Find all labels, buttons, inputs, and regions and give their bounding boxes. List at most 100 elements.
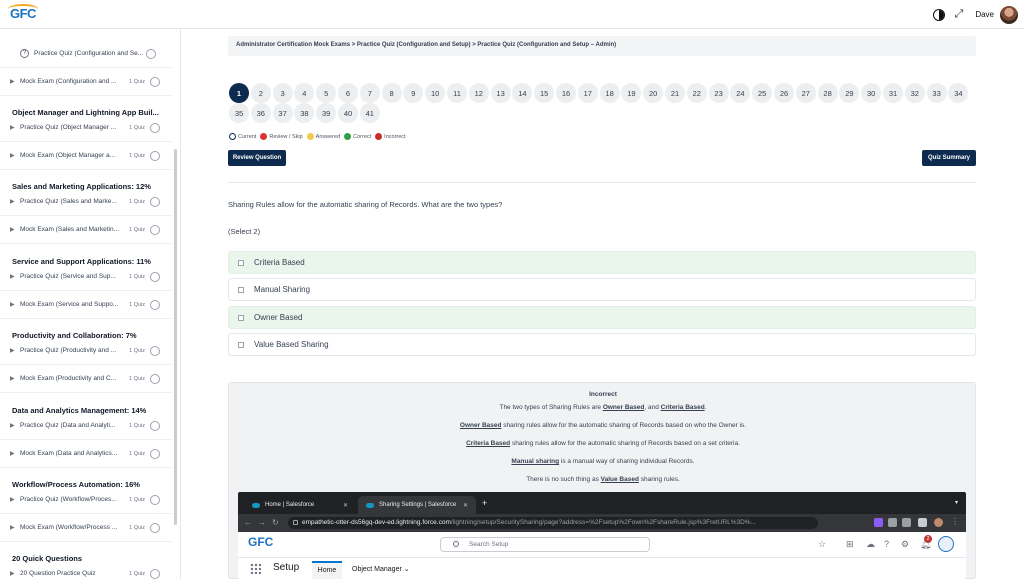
dark-mode-toggle-icon[interactable] (932, 8, 945, 21)
sidebar-scrollbar[interactable] (174, 149, 177, 525)
sidebar-item[interactable]: ▶ Practice Quiz (Data and Analyti... 1 Qui… (0, 412, 172, 440)
sidebar-item[interactable]: ? Practice Quiz (Configuration and Se... (0, 40, 172, 68)
sidebar-item[interactable]: ▶ Practice Quiz (Object Manager ... 1 Quiz (0, 114, 172, 142)
sidebar-item[interactable]: ▶ Practice Quiz (Productivity and ... 1 Qu… (0, 337, 172, 365)
answer-option[interactable]: Owner Based (228, 306, 976, 329)
question-number-button[interactable]: 19 (621, 83, 642, 103)
sidebar-item[interactable]: ▶ Mock Exam (Productivity and C... 1 Quiz (0, 365, 172, 393)
sidebar-item[interactable]: ▶ 20 Question Practice Quiz 1 Quiz (0, 560, 172, 579)
breadcrumb[interactable]: Administrator Certification Mock Exams >… (228, 36, 976, 56)
question-number-button[interactable]: 26 (774, 83, 794, 103)
gfc-logo[interactable]: GFC (8, 4, 40, 26)
sidebar-item[interactable]: ▶ Mock Exam (Workflow/Process ... 1 Quiz (0, 514, 172, 542)
answer-option[interactable]: Manual Sharing (228, 278, 976, 301)
question-number-button[interactable]: 22 (686, 83, 707, 103)
legend-dot-icon (306, 133, 314, 140)
quiz-summary-button[interactable]: Quiz Summary (922, 150, 976, 166)
completion-circle-icon (146, 48, 156, 59)
fullscreen-icon[interactable]: ⤢ (955, 8, 964, 21)
chevron-right-icon[interactable]: ▶ (10, 496, 20, 503)
question-number-button[interactable]: 21 (665, 83, 685, 103)
menu-icon: ⋮ (951, 517, 959, 526)
question-number-button[interactable]: 12 (468, 83, 489, 103)
chevron-right-icon[interactable]: ▶ (10, 422, 20, 429)
review-question-button[interactable]: Review Question (228, 150, 286, 166)
completion-circle-icon (150, 271, 160, 282)
question-number-button[interactable]: 2 (250, 83, 271, 103)
question-number-button[interactable]: 41 (359, 103, 380, 123)
legend-label: Correct (353, 133, 372, 140)
question-number-button[interactable]: 13 (490, 83, 511, 103)
question-number-button[interactable]: 9 (403, 83, 424, 103)
chevron-right-icon[interactable]: ▶ (10, 273, 20, 280)
question-number-button[interactable]: 7 (359, 83, 380, 103)
sidebar-item[interactable]: ▶ Practice Quiz (Service and Sup... 1 Quiz (0, 263, 172, 291)
chevron-right-icon[interactable]: ▶ (10, 124, 20, 131)
chevron-right-icon[interactable]: ▶ (10, 198, 20, 205)
question-number-button[interactable]: 3 (272, 83, 293, 103)
sidebar-item[interactable]: ▶ Mock Exam (Object Manager a... 1 Quiz (0, 142, 172, 170)
checkbox[interactable] (238, 259, 244, 266)
checkbox[interactable] (238, 286, 244, 293)
question-number-button[interactable]: 35 (229, 103, 249, 123)
question-number-button[interactable]: 8 (381, 83, 402, 103)
question-number-button[interactable]: 39 (316, 103, 337, 123)
chevron-right-icon[interactable]: ▶ (10, 570, 20, 577)
question-number-button[interactable]: 32 (904, 83, 925, 103)
question-number-button[interactable]: 34 (948, 83, 969, 103)
chevron-right-icon[interactable]: ▶ (10, 301, 20, 308)
answer-option[interactable]: Criteria Based (228, 251, 976, 274)
sidebar-item[interactable]: ▶ Practice Quiz (Workflow/Proces... 1 Quiz (0, 486, 172, 514)
question-number-button[interactable]: 36 (250, 103, 271, 123)
sidebar-item[interactable]: ▶ Practice Quiz (Sales and Marke... 1 Quiz (0, 188, 172, 216)
course-sidebar: ? Practice Quiz (Configuration and Se... ▶… (0, 29, 181, 579)
chevron-right-icon[interactable]: ▶ (10, 347, 20, 354)
avatar[interactable] (1000, 5, 1018, 24)
question-number-button[interactable]: 33 (926, 83, 947, 103)
question-number-button[interactable]: 37 (272, 103, 293, 123)
answer-option[interactable]: Value Based Sharing (228, 333, 976, 356)
question-number-button[interactable]: 28 (817, 83, 838, 103)
sidebar-item[interactable]: ▶ Mock Exam (Service and Suppo... 1 Quiz (0, 291, 172, 319)
chevron-right-icon[interactable]: ▶ (10, 375, 20, 382)
question-number-button[interactable]: 24 (730, 83, 751, 103)
username[interactable]: Dave (975, 10, 994, 19)
quiz-count: 1 Quiz (129, 347, 145, 354)
question-number-button[interactable]: 14 (512, 83, 533, 103)
checkbox[interactable] (238, 314, 244, 321)
question-icon: ? (20, 49, 29, 58)
add-icon: ⊞ (846, 539, 854, 549)
question-number-button[interactable]: 27 (795, 83, 816, 103)
sidebar-item[interactable]: ▶ Mock Exam (Configuration and ... 1 Quiz (0, 68, 172, 96)
question-number-button[interactable]: 10 (425, 83, 446, 103)
question-number-button[interactable]: 15 (534, 83, 555, 103)
question-number-button[interactable]: 38 (294, 103, 315, 123)
question-number-button[interactable]: 5 (316, 83, 337, 103)
sidebar-item-label: Practice Quiz (Data and Analyti... (20, 422, 116, 429)
question-number-button[interactable]: 40 (338, 103, 358, 123)
question-number-button[interactable]: 20 (643, 83, 664, 103)
chevron-right-icon[interactable]: ▶ (10, 226, 20, 233)
chevron-right-icon[interactable]: ▶ (10, 450, 20, 457)
question-number-button[interactable]: 11 (447, 83, 467, 103)
question-number-button[interactable]: 29 (839, 83, 860, 103)
question-number-button[interactable]: 16 (556, 83, 576, 103)
answer-option-label: Value Based Sharing (254, 340, 329, 349)
question-number-button[interactable]: 25 (752, 83, 773, 103)
question-number-button[interactable]: 17 (577, 83, 598, 103)
question-number-button[interactable]: 23 (708, 83, 729, 103)
sidebar-item[interactable]: ▶ Mock Exam (Data and Analytics... 1 Quiz (0, 440, 172, 468)
question-number-button[interactable]: 31 (883, 83, 903, 103)
chevron-right-icon[interactable]: ▶ (10, 524, 20, 531)
checkbox[interactable] (238, 341, 244, 348)
chevron-right-icon[interactable]: ▶ (10, 78, 20, 85)
question-number-button[interactable]: 4 (294, 83, 315, 103)
question-number-button[interactable]: 6 (338, 83, 358, 103)
question-number-button[interactable]: 18 (599, 83, 620, 103)
question-number-button[interactable]: 30 (861, 83, 882, 103)
question-number-button[interactable]: 1 (229, 83, 249, 103)
completion-circle-icon (150, 420, 160, 431)
legend-dot-icon (344, 133, 352, 140)
chevron-right-icon[interactable]: ▶ (10, 152, 20, 159)
sidebar-item[interactable]: ▶ Mock Exam (Sales and Marketin... 1 Quiz (0, 216, 172, 244)
